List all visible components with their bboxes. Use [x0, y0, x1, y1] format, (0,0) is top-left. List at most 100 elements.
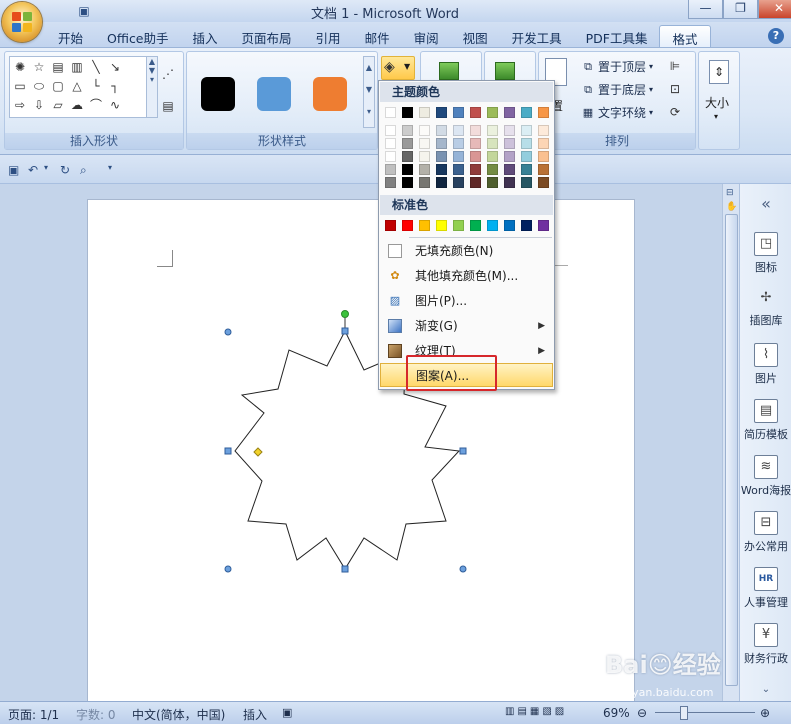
view-buttons[interactable]: ▥▤▦▧▨	[505, 706, 567, 717]
zoom-slider-thumb[interactable]	[680, 706, 688, 720]
theme-color-shade-swatch[interactable]	[487, 151, 498, 162]
resize-handle[interactable]	[224, 328, 232, 336]
theme-color-shade-swatch[interactable]	[453, 164, 464, 175]
theme-color-swatch[interactable]	[487, 107, 498, 118]
theme-color-shade-swatch[interactable]	[402, 151, 413, 162]
hand-icon[interactable]: ✋	[726, 202, 737, 212]
zoom-level[interactable]: 69%	[603, 706, 630, 720]
adjust-handle[interactable]	[253, 447, 263, 457]
side-item-resume[interactable]: ▤ 简历模板	[740, 399, 791, 442]
theme-color-swatch[interactable]	[521, 107, 532, 118]
theme-color-shade-swatch[interactable]	[385, 164, 396, 175]
side-item-icons[interactable]: ◳ 图标	[740, 232, 791, 275]
standard-color-swatch[interactable]	[436, 220, 447, 231]
theme-color-shade-swatch[interactable]	[402, 164, 413, 175]
theme-color-shade-swatch[interactable]	[521, 177, 532, 188]
menu-item-picture[interactable]: ▨ 图片(P)...	[380, 289, 553, 313]
insert-mode[interactable]: 插入	[243, 706, 267, 723]
zoom-slider[interactable]	[655, 712, 755, 713]
resize-handle[interactable]	[341, 565, 349, 573]
side-item-pictures[interactable]: ⌇ 图片	[740, 343, 791, 386]
resize-handle[interactable]	[459, 447, 467, 455]
theme-color-shade-swatch[interactable]	[436, 125, 447, 136]
theme-color-shade-swatch[interactable]	[504, 138, 515, 149]
standard-color-swatch[interactable]	[453, 220, 464, 231]
word-count[interactable]: 字数: 0	[76, 706, 116, 723]
theme-color-shade-swatch[interactable]	[470, 151, 481, 162]
theme-color-shade-swatch[interactable]	[470, 164, 481, 175]
resize-handle[interactable]	[459, 565, 467, 573]
side-item-finance[interactable]: ¥ 财务行政	[740, 623, 791, 666]
theme-color-shade-swatch[interactable]	[419, 164, 430, 175]
theme-color-shade-swatch[interactable]	[385, 125, 396, 136]
menu-item-no-fill[interactable]: 无填充颜色(N)	[380, 239, 553, 263]
standard-color-swatch[interactable]	[487, 220, 498, 231]
theme-color-swatch[interactable]	[402, 107, 413, 118]
theme-color-shade-swatch[interactable]	[487, 177, 498, 188]
side-item-office[interactable]: ⊟ 办公常用	[740, 511, 791, 554]
theme-color-shade-swatch[interactable]	[470, 138, 481, 149]
theme-color-shade-swatch[interactable]	[538, 138, 549, 149]
ruler-toggle-icon[interactable]: ⊟	[726, 188, 734, 198]
theme-color-shade-swatch[interactable]	[470, 177, 481, 188]
theme-color-shade-swatch[interactable]	[504, 125, 515, 136]
theme-color-shade-swatch[interactable]	[419, 138, 430, 149]
theme-color-shade-swatch[interactable]	[521, 151, 532, 162]
theme-color-shade-swatch[interactable]	[453, 151, 464, 162]
theme-color-shade-swatch[interactable]	[453, 125, 464, 136]
theme-color-shade-swatch[interactable]	[487, 164, 498, 175]
theme-color-shade-swatch[interactable]	[419, 151, 430, 162]
theme-color-shade-swatch[interactable]	[436, 138, 447, 149]
resize-handle[interactable]	[224, 447, 232, 455]
theme-color-shade-swatch[interactable]	[487, 125, 498, 136]
theme-color-swatch[interactable]	[504, 107, 515, 118]
theme-color-shade-swatch[interactable]	[538, 151, 549, 162]
theme-color-shade-swatch[interactable]	[385, 177, 396, 188]
standard-color-swatch[interactable]	[538, 220, 549, 231]
theme-color-shade-swatch[interactable]	[504, 164, 515, 175]
theme-color-swatch[interactable]	[419, 107, 430, 118]
zoom-out-icon[interactable]: ⊖	[637, 706, 647, 720]
macro-record-icon[interactable]: ▣	[282, 706, 292, 719]
theme-color-shade-swatch[interactable]	[470, 125, 481, 136]
zoom-in-icon[interactable]: ⊕	[760, 706, 770, 720]
theme-color-shade-swatch[interactable]	[504, 177, 515, 188]
scrollbar-thumb[interactable]	[725, 214, 738, 686]
theme-color-shade-swatch[interactable]	[538, 177, 549, 188]
page-count[interactable]: 页面: 1/1	[8, 706, 59, 723]
side-item-clipart[interactable]: ✢ 插图库	[740, 287, 791, 328]
vertical-scrollbar[interactable]: ⊟ ✋	[722, 184, 739, 701]
theme-color-shade-swatch[interactable]	[436, 164, 447, 175]
theme-color-shade-swatch[interactable]	[504, 151, 515, 162]
theme-color-shade-swatch[interactable]	[385, 151, 396, 162]
theme-color-shade-swatch[interactable]	[419, 125, 430, 136]
resize-handle[interactable]	[341, 327, 349, 335]
theme-color-swatch[interactable]	[453, 107, 464, 118]
language-indicator[interactable]: 中文(简体，中国)	[132, 706, 225, 723]
theme-color-shade-swatch[interactable]	[453, 138, 464, 149]
theme-color-swatch[interactable]	[436, 107, 447, 118]
theme-color-shade-swatch[interactable]	[385, 138, 396, 149]
theme-color-shade-swatch[interactable]	[521, 164, 532, 175]
theme-color-swatch[interactable]	[385, 107, 396, 118]
resize-handle[interactable]	[224, 565, 232, 573]
theme-color-shade-swatch[interactable]	[453, 177, 464, 188]
office-button[interactable]	[2, 2, 42, 42]
theme-color-shade-swatch[interactable]	[521, 138, 532, 149]
standard-color-swatch[interactable]	[521, 220, 532, 231]
standard-color-swatch[interactable]	[504, 220, 515, 231]
scroll-down-icon[interactable]: ⌄	[740, 684, 791, 695]
standard-color-swatch[interactable]	[470, 220, 481, 231]
collapse-panel-icon[interactable]: «	[740, 194, 791, 213]
standard-color-swatch[interactable]	[419, 220, 430, 231]
rotation-handle[interactable]	[341, 310, 349, 318]
theme-color-shade-swatch[interactable]	[521, 125, 532, 136]
standard-color-swatch[interactable]	[385, 220, 396, 231]
theme-color-shade-swatch[interactable]	[487, 138, 498, 149]
theme-color-shade-swatch[interactable]	[402, 125, 413, 136]
theme-color-swatch[interactable]	[470, 107, 481, 118]
side-item-hr[interactable]: HR 人事管理	[740, 567, 791, 610]
standard-color-swatch[interactable]	[402, 220, 413, 231]
theme-color-shade-swatch[interactable]	[436, 151, 447, 162]
theme-color-shade-swatch[interactable]	[538, 164, 549, 175]
